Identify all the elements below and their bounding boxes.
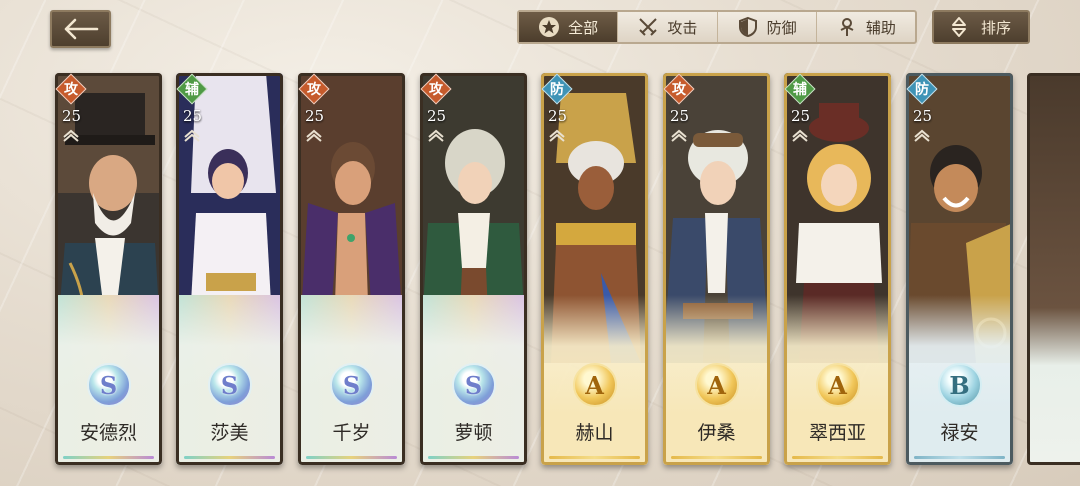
character-card[interactable]: 攻 25 S 萝顿 [420,73,527,465]
character-card[interactable]: 攻 25 S 千岁 [298,73,405,465]
role-badge: 攻 [302,77,326,101]
rank-badge: B [937,363,982,407]
card-underline [549,456,640,459]
level-up-icon [792,129,808,142]
rank-badge: S [451,363,496,407]
role-badge: 攻 [667,77,691,101]
card-underline [671,456,762,459]
character-name: 萝顿 [454,422,493,444]
rank-badge: S [207,363,252,407]
character-card[interactable]: 防 25 A 赫山 [541,73,648,465]
role-badge: 防 [545,77,569,101]
card-frame [1027,73,1080,465]
character-name: 千岁 [332,422,371,444]
character-card-partial[interactable] [1027,73,1080,465]
level-up-icon [914,129,930,142]
character-name: 莎美 [210,422,249,444]
role-badge: 攻 [59,77,83,101]
rank-badge: S [86,363,131,407]
role-badge: 攻 [424,77,448,101]
character-card[interactable]: 攻 25 S 安德烈 [55,73,162,465]
rank-badge: A [815,363,860,407]
rank-badge: A [572,363,617,407]
level-number: 25 [548,107,568,125]
character-card[interactable]: 辅 25 A 翠西亚 [784,73,891,465]
character-name: 赫山 [575,422,614,444]
card-underline [63,456,154,459]
level-up-icon [63,129,79,142]
level-number: 25 [305,107,325,125]
level-number: 25 [62,107,82,125]
card-underline [792,456,883,459]
role-badge: 辅 [180,77,204,101]
card-underline [306,456,397,459]
level-number: 25 [670,107,690,125]
level-up-icon [184,129,200,142]
rank-badge: A [694,363,739,407]
role-badge: 辅 [788,77,812,101]
level-up-icon [306,129,322,142]
character-name: 翠西亚 [808,422,866,444]
card-underline [914,456,1005,459]
level-up-icon [549,129,565,142]
rank-badge: S [329,363,374,407]
card-underline [184,456,275,459]
card-underline [428,456,519,459]
level-number: 25 [183,107,203,125]
level-number: 25 [791,107,811,125]
character-card[interactable]: 攻 25 A 伊桑 [663,73,770,465]
character-name: 安德烈 [79,422,137,444]
character-card[interactable]: 防 25 B 禄安 [906,73,1013,465]
character-name: 伊桑 [697,422,736,444]
character-card[interactable]: 辅 25 S 莎美 [176,73,283,465]
character-list: 攻 25 S 安德烈 辅 25 S 莎美 攻 25 S 千岁 攻 25 S 萝顿… [0,0,1080,486]
role-badge: 防 [910,77,934,101]
level-up-icon [671,129,687,142]
level-up-icon [428,129,444,142]
level-number: 25 [427,107,447,125]
character-name: 禄安 [940,422,979,444]
level-number: 25 [913,107,933,125]
